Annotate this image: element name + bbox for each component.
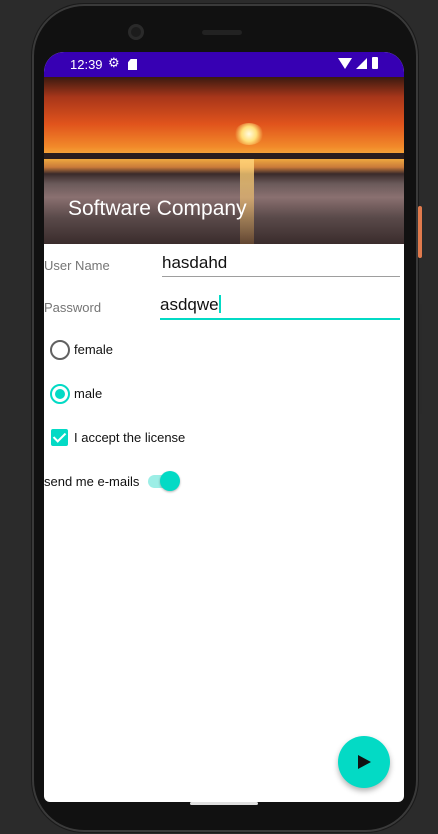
license-label[interactable]: I accept the license	[74, 430, 185, 445]
password-value: asdqwe	[160, 295, 219, 314]
phone-frame: 12:39 ⚙ Software Company User Name hasda…	[32, 4, 422, 832]
send-icon	[358, 755, 371, 769]
power-button	[418, 206, 422, 258]
header-title: Software Company	[68, 197, 247, 220]
signal-icon	[356, 58, 367, 69]
home-gesture-bar[interactable]	[190, 802, 258, 805]
emails-switch-label[interactable]: send me e-mails	[44, 474, 139, 489]
emails-switch-thumb[interactable]	[160, 471, 180, 491]
radio-male-label[interactable]: male	[74, 386, 102, 401]
front-camera	[128, 24, 144, 40]
password-field[interactable]: asdqwe	[160, 294, 400, 320]
password-label: Password	[44, 300, 102, 315]
username-value: hasdahd	[162, 253, 228, 272]
header-banner: Software Company	[44, 77, 404, 244]
license-checkbox[interactable]	[51, 429, 68, 446]
sun	[234, 123, 264, 145]
send-button[interactable]	[338, 736, 390, 788]
sd-card-icon	[128, 59, 137, 70]
gear-icon: ⚙	[108, 55, 120, 70]
earpiece-speaker	[202, 30, 242, 35]
volume-button	[419, 304, 422, 414]
battery-icon	[372, 57, 378, 69]
radio-male[interactable]	[50, 384, 70, 404]
status-time: 12:39	[70, 57, 103, 72]
horizon	[44, 153, 404, 159]
status-bar: 12:39 ⚙	[44, 52, 404, 77]
app-screen: 12:39 ⚙ Software Company User Name hasda…	[44, 52, 404, 802]
username-label: User Name	[44, 258, 110, 273]
radio-female[interactable]	[50, 340, 70, 360]
username-field[interactable]: hasdahd	[162, 252, 400, 277]
radio-female-label[interactable]: female	[74, 342, 113, 357]
text-cursor	[218, 295, 221, 313]
wifi-icon	[338, 58, 352, 69]
